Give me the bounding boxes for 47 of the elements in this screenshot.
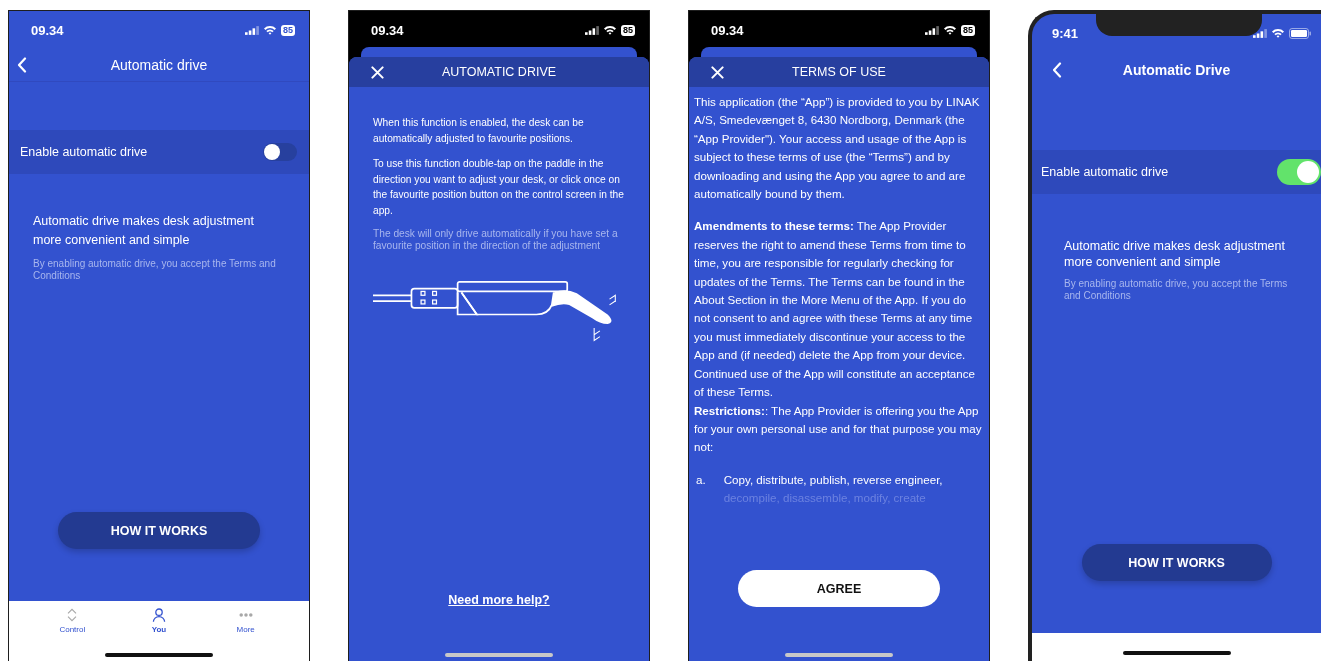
- back-icon[interactable]: [17, 57, 27, 73]
- battery-indicator: 85: [621, 24, 635, 36]
- signal-icon: [925, 25, 939, 35]
- toggle-label: Enable automatic drive: [1041, 165, 1169, 179]
- signal-icon: [1253, 28, 1267, 38]
- signal-icon: [585, 25, 599, 35]
- toggle-label: Enable automatic drive: [20, 145, 148, 159]
- terms-note: By enabling automatic drive, you accept the Terms and Conditions: [33, 258, 277, 282]
- status-time: 9:41: [1052, 25, 1079, 41]
- terms-paragraph: This application (the “App”) is provided to you by LINAK A/S, Smedevænget 8, 6430 Nordborg, Denmark (the “App Provider"). Your access and usage of the App is subject to these terms of use (the “Terms”) and by downloading and using the App you agree to and are automatically bound by them.: [694, 94, 981, 203]
- signal-icon: [245, 25, 259, 35]
- list-marker: a.: [696, 471, 706, 488]
- status-time: 09.34: [371, 22, 404, 38]
- how-it-works-button[interactable]: HOW IT WORKS: [58, 512, 260, 549]
- sheet-title: AUTOMATIC DRIVE: [441, 65, 557, 79]
- terms-note: By enabling automatic drive, you accept the Terms and Conditions: [1064, 278, 1289, 302]
- person-icon: [151, 607, 167, 623]
- info-note: The desk will only drive automatically if you have set a favourite position in the direction of the adjustment: [373, 228, 619, 252]
- status-time: 09.34: [31, 22, 64, 38]
- info-paragraph: To use this function double-tap on the paddle in the direction you want to adjust your desk, or click once on the favourite position button on the control screen in the app.: [373, 157, 625, 218]
- toggle-switch[interactable]: [263, 143, 297, 161]
- wifi-icon: [1271, 28, 1285, 38]
- close-icon[interactable]: [371, 65, 384, 79]
- agree-button[interactable]: AGREE: [738, 570, 940, 607]
- wifi-icon: [603, 25, 617, 35]
- help-link[interactable]: Need more help?: [448, 593, 550, 607]
- description-text: Automatic drive makes desk adjustment more convenient and simple: [33, 213, 255, 249]
- tab-item[interactable]: More: [215, 607, 276, 634]
- screen-title: Automatic Drive: [1122, 62, 1231, 78]
- tab-item[interactable]: Control: [42, 607, 103, 634]
- back-icon[interactable]: [1052, 62, 1062, 78]
- toggle-switch[interactable]: [1277, 159, 1321, 185]
- how-it-works-button[interactable]: HOW IT WORKS: [1081, 544, 1272, 581]
- description-text: Automatic drive makes desk adjustment more convenient and simple: [1064, 238, 1286, 270]
- sheet-title: TERMS OF USE: [792, 65, 886, 79]
- battery-indicator: 85: [961, 24, 975, 36]
- list-item-text: Copy, distribute, publish, reverse engineer,: [723, 471, 943, 488]
- wifi-icon: [943, 25, 957, 35]
- screen-title: Automatic drive: [110, 57, 208, 73]
- battery-icon: [1289, 27, 1311, 39]
- close-icon[interactable]: [711, 65, 724, 79]
- tab-item[interactable]: You: [129, 607, 189, 634]
- terms-paragraph: Amendments to these terms: The App Provider reserves the right to amend these Terms from time to time, you are responsible for regularly checking for updates of the Terms. The Terms can be found in the About Section in the More Menu of the App. If you do not consent to and agree with these Terms at any time you must immediately discontinue your access to the App and (if needed) delete the App from your device. Continued use of the App will constitute an acceptance of these Terms. Restrictions:: The App Provider is offering you the App for your own personal use and for that purpose you may not:: [694, 218, 983, 456]
- battery-indicator: 85: [281, 24, 295, 36]
- status-time: 09.34: [711, 22, 744, 38]
- wifi-icon: [263, 25, 277, 35]
- info-paragraph: When this function is enabled, the desk can be automatically adjusted to favourite positions.: [373, 116, 585, 146]
